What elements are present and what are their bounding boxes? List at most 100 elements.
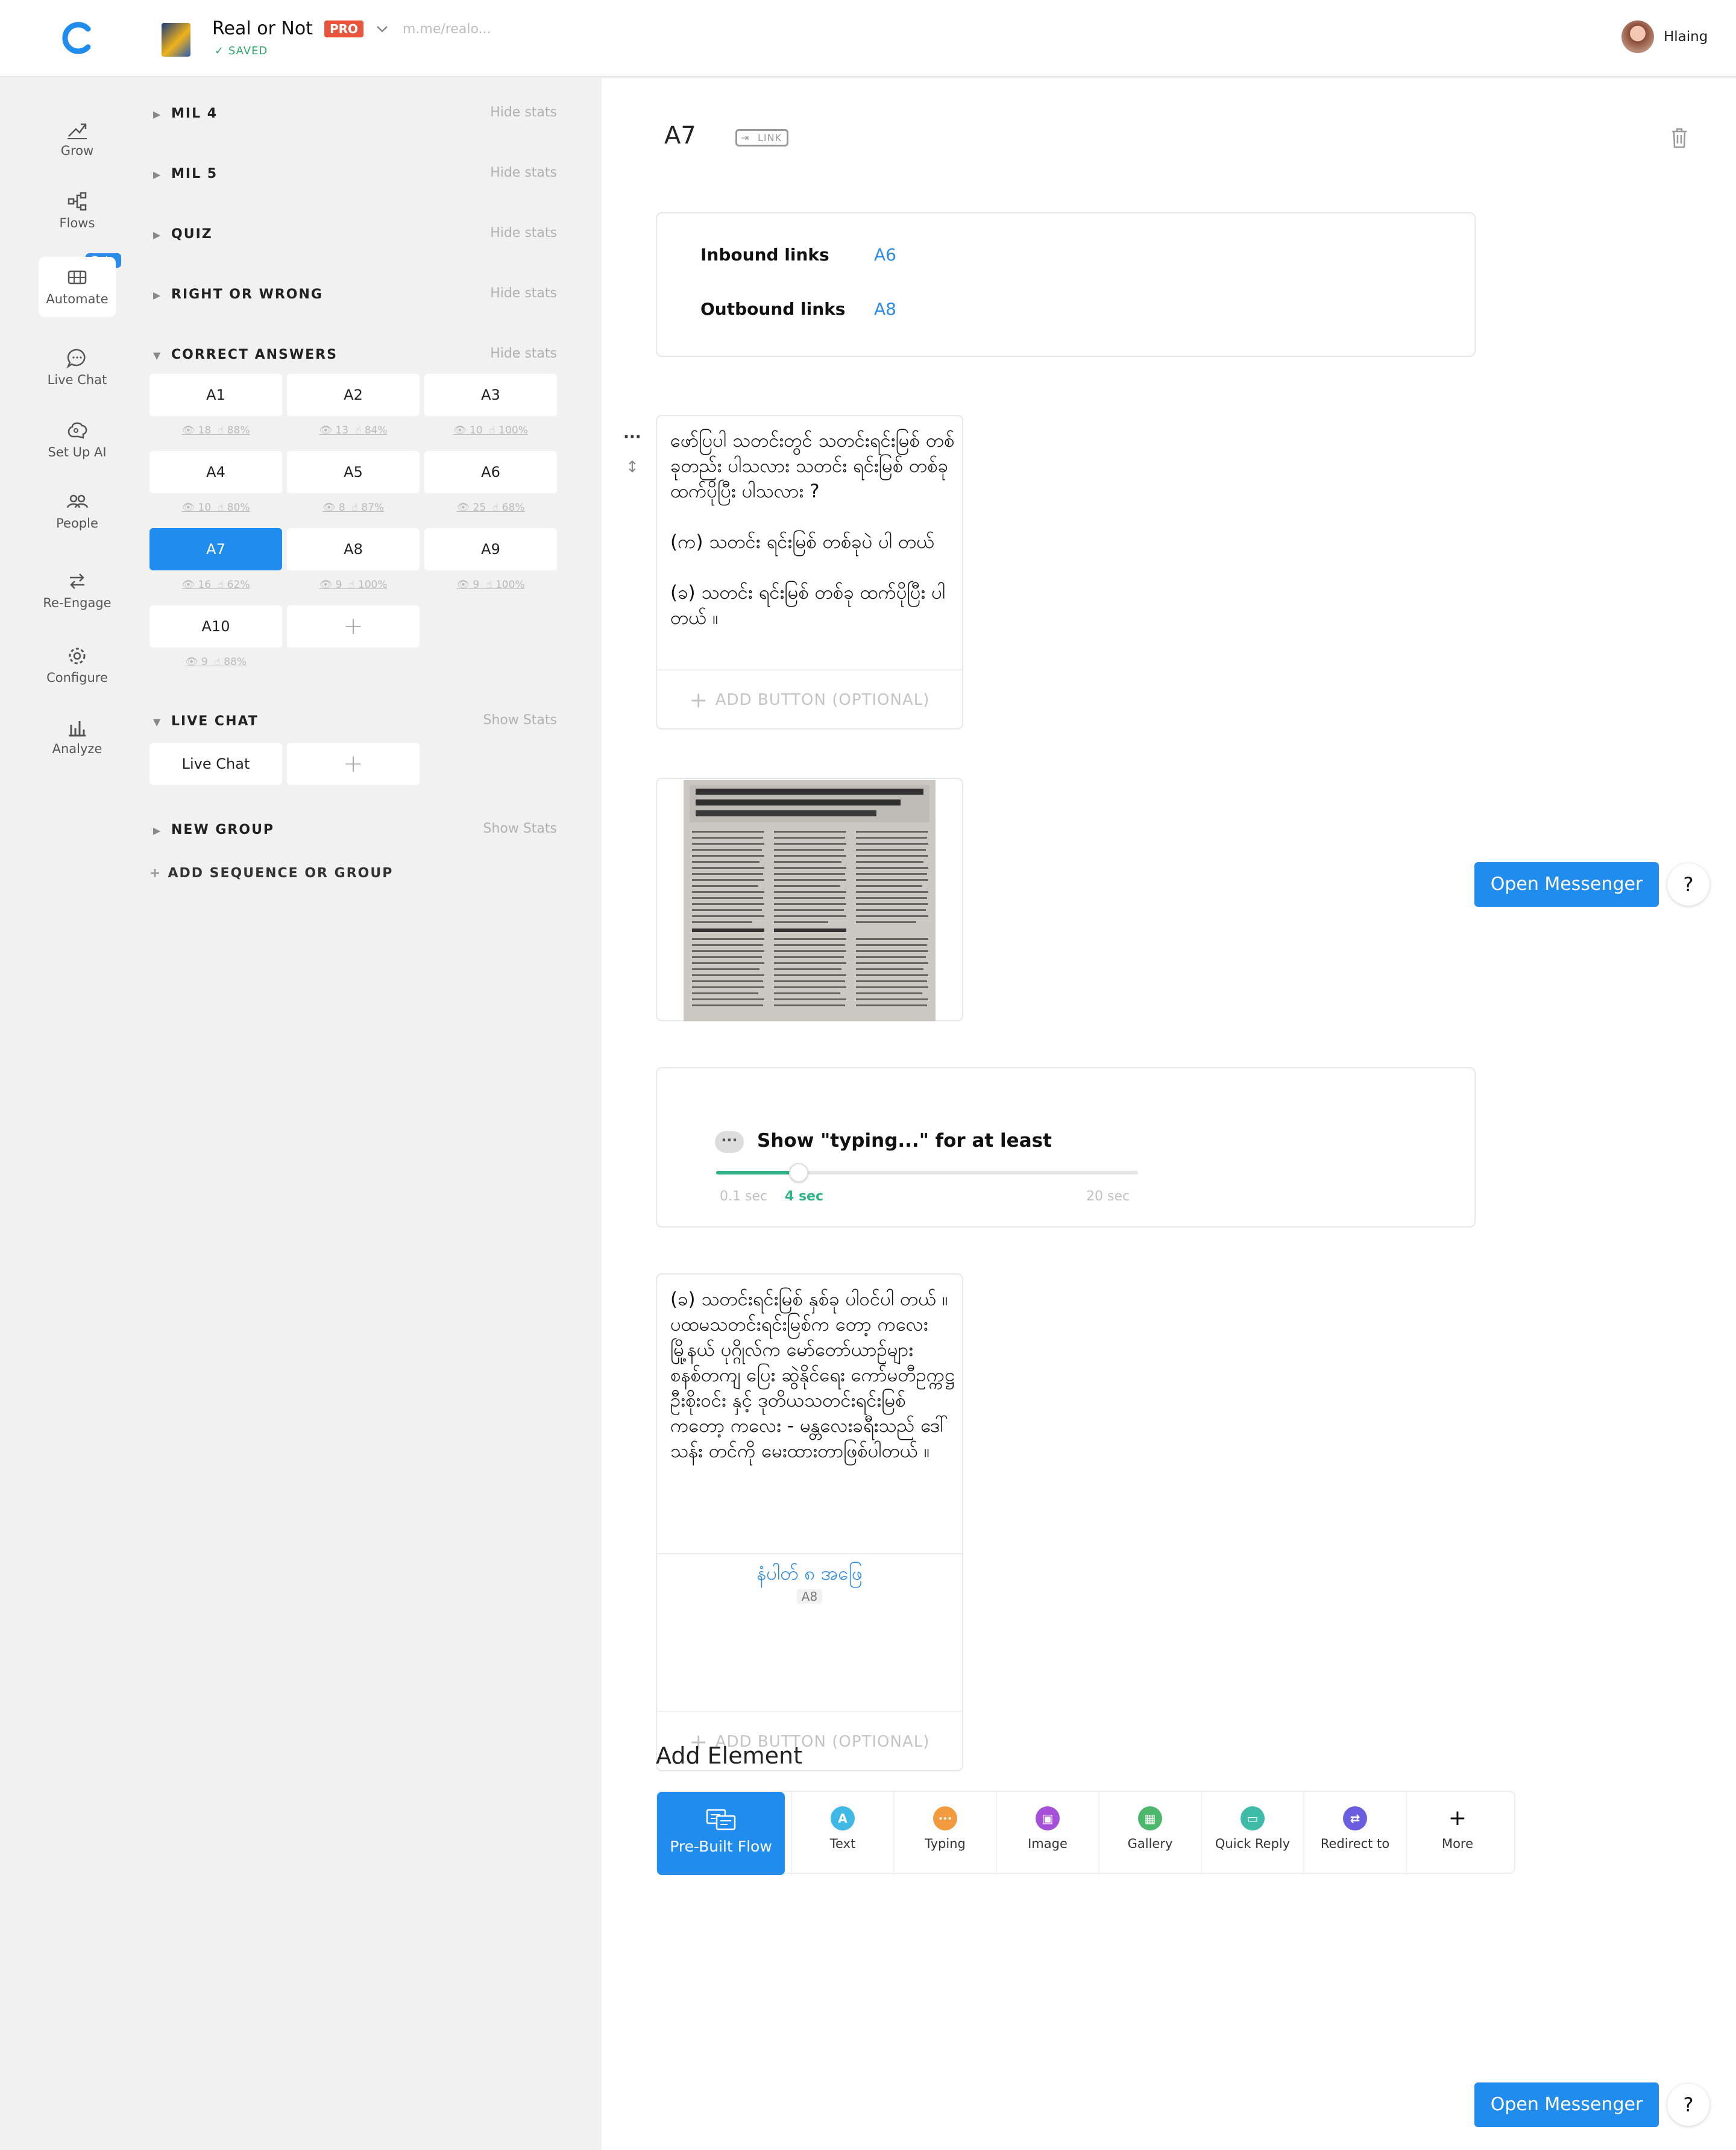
block-tile-a2[interactable]: A2 bbox=[287, 374, 420, 416]
link-chip[interactable]: ⇥ LINK bbox=[735, 129, 789, 147]
re-engage-icon bbox=[70, 573, 84, 589]
chevron-down-icon[interactable] bbox=[374, 20, 391, 37]
caret-down-icon: ▼ bbox=[153, 350, 161, 361]
open-messenger-button[interactable]: Open Messenger bbox=[1474, 862, 1659, 907]
top-bar: Real or Not PRO m.me/realo... ✓ SAVED Hl… bbox=[0, 0, 1736, 77]
add-redirect-button[interactable]: ⇄ Redirect to bbox=[1303, 1792, 1406, 1875]
nav-setup-ai[interactable]: Set Up AI bbox=[39, 410, 116, 470]
tile-stats: 👁 9 ☝ 88% bbox=[184, 656, 247, 668]
nav-flows[interactable]: Flows bbox=[39, 181, 116, 241]
caret-right-icon: ▶ bbox=[153, 169, 161, 180]
outbound-link-a8[interactable]: A8 bbox=[874, 299, 896, 319]
bot-url[interactable]: m.me/realo... bbox=[403, 22, 491, 37]
block-tile-a5[interactable]: A5 bbox=[287, 451, 420, 493]
user-name[interactable]: Hlaing bbox=[1664, 29, 1708, 45]
block-title[interactable]: A7 bbox=[664, 122, 696, 150]
stats-toggle[interactable]: Hide stats bbox=[490, 105, 557, 120]
nav-people[interactable]: People bbox=[39, 481, 116, 541]
tile-stats: 👁 10 ☝ 80% bbox=[181, 502, 250, 514]
more-options-icon[interactable]: ··· bbox=[623, 428, 641, 446]
nav-grow[interactable]: Grow bbox=[39, 109, 116, 169]
block-tile-a10[interactable]: A10 bbox=[149, 605, 282, 648]
plus-icon: + bbox=[149, 866, 162, 881]
block-tile-a6[interactable]: A6 bbox=[424, 451, 557, 493]
grow-icon bbox=[68, 123, 87, 139]
tile-stats: 👁 18 ☝ 88% bbox=[181, 424, 250, 437]
nav-configure[interactable]: Configure bbox=[39, 635, 116, 696]
message-button-target: A8 bbox=[796, 1589, 823, 1604]
add-block-button[interactable]: + bbox=[287, 605, 420, 648]
pre-built-flow-button[interactable]: Pre-Built Flow bbox=[657, 1792, 785, 1875]
typing-slider[interactable] bbox=[716, 1163, 1138, 1182]
nav-live-chat[interactable]: Live Chat bbox=[39, 338, 116, 398]
stats-toggle[interactable]: Show Stats bbox=[483, 713, 557, 728]
image-message-card[interactable] bbox=[656, 778, 963, 1021]
bot-name[interactable]: Real or Not bbox=[212, 18, 313, 39]
group-correct-answers[interactable]: ▼ CORRECT ANSWERS Hide stats bbox=[153, 344, 563, 368]
gear-icon bbox=[69, 648, 86, 664]
group-mil-4[interactable]: ▶ MIL 4 Hide stats bbox=[153, 102, 563, 127]
redirect-icon: ⇄ bbox=[1343, 1806, 1367, 1830]
more-elements-button[interactable]: + More bbox=[1406, 1792, 1508, 1875]
group-new-group[interactable]: ▶ NEW GROUP Show Stats bbox=[153, 819, 563, 843]
typing-slider-fill bbox=[716, 1171, 799, 1174]
add-sequence-button[interactable]: + ADD SEQUENCE OR GROUP bbox=[149, 866, 393, 881]
nav-automate[interactable]: Automate bbox=[39, 257, 116, 317]
add-element-title: Add Element bbox=[656, 1742, 802, 1769]
sequence-panel: ▶ MIL 4 Hide stats ▶ MIL 5 Hide stats ▶ … bbox=[148, 78, 602, 2150]
nav-analyze[interactable]: Analyze bbox=[39, 707, 116, 767]
check-icon: ✓ bbox=[215, 45, 225, 57]
block-tile-a9[interactable]: A9 bbox=[424, 528, 557, 570]
nav-re-engage[interactable]: Re-Engage bbox=[39, 561, 116, 621]
text-icon: A bbox=[831, 1806, 855, 1830]
message-text[interactable]: ဖော်ပြပါ သတင်းတွင် သတင်းရင်းမြစ် တစ်ခုတည… bbox=[670, 428, 960, 631]
text-message-card[interactable]: (ခ) သတင်းရင်းမြစ် နှစ်ခု ပါဝင်ပါ တယ် ။ ပ… bbox=[656, 1273, 963, 1771]
analyze-icon bbox=[69, 721, 86, 737]
group-live-chat[interactable]: ▼ LIVE CHAT Show Stats bbox=[153, 710, 563, 734]
stats-toggle[interactable]: Hide stats bbox=[490, 286, 557, 301]
block-tile-a3[interactable]: A3 bbox=[424, 374, 557, 416]
typing-icon: ··· bbox=[933, 1806, 957, 1830]
group-quiz[interactable]: ▶ QUIZ Hide stats bbox=[153, 223, 563, 247]
tile-stats: 👁 16 ☝ 62% bbox=[181, 579, 250, 591]
add-quick-reply-button[interactable]: ▭ Quick Reply bbox=[1201, 1792, 1303, 1875]
message-button-label[interactable]: နံပါတ် ၈ အဖြေ bbox=[657, 1562, 962, 1589]
block-tile-a4[interactable]: A4 bbox=[149, 451, 282, 493]
bot-avatar[interactable] bbox=[162, 23, 190, 57]
block-tile-live-chat[interactable]: Live Chat bbox=[149, 743, 282, 785]
news-clipping-image[interactable] bbox=[684, 780, 936, 1021]
add-image-button[interactable]: ▣ Image bbox=[996, 1792, 1098, 1875]
stats-toggle[interactable]: Hide stats bbox=[490, 346, 557, 361]
save-status: ✓ SAVED bbox=[215, 45, 268, 57]
stats-toggle[interactable]: Show Stats bbox=[483, 821, 557, 836]
automate-icon bbox=[68, 270, 87, 285]
add-typing-button[interactable]: ··· Typing bbox=[893, 1792, 996, 1875]
stats-toggle[interactable]: Hide stats bbox=[490, 165, 557, 180]
group-right-or-wrong[interactable]: ▶ RIGHT OR WRONG Hide stats bbox=[153, 283, 563, 307]
drag-handle-icon[interactable]: ↕ bbox=[626, 458, 639, 476]
block-tile-a8[interactable]: A8 bbox=[287, 528, 420, 570]
help-button[interactable]: ? bbox=[1667, 863, 1709, 906]
message-text[interactable]: (ခ) သတင်းရင်းမြစ် နှစ်ခု ပါဝင်ပါ တယ် ။ ပ… bbox=[670, 1287, 960, 1464]
app-logo-icon[interactable] bbox=[60, 20, 95, 55]
links-card: Inbound links A6 Outbound links A8 bbox=[656, 212, 1476, 357]
text-message-card[interactable]: ဖော်ပြပါ သတင်းတွင် သတင်းရင်းမြစ် တစ်ခုတည… bbox=[656, 415, 963, 730]
open-messenger-button[interactable]: Open Messenger bbox=[1474, 2082, 1659, 2127]
block-tile-a7[interactable]: A7 bbox=[149, 528, 282, 570]
slider-min-label: 0.1 sec bbox=[720, 1189, 768, 1204]
inbound-link-a6[interactable]: A6 bbox=[874, 245, 896, 265]
typing-slider-knob[interactable] bbox=[789, 1163, 808, 1182]
add-element-bar: Pre-Built Flow A Text ··· Typing ▣ Image… bbox=[656, 1791, 1515, 1875]
stats-toggle[interactable]: Hide stats bbox=[490, 225, 557, 241]
add-gallery-button[interactable]: ▦ Gallery bbox=[1098, 1792, 1201, 1875]
group-mil-5[interactable]: ▶ MIL 5 Hide stats bbox=[153, 163, 563, 187]
message-button[interactable]: နံပါတ် ၈ အဖြေ A8 bbox=[657, 1553, 962, 1631]
add-button[interactable]: + ADD BUTTON (OPTIONAL) bbox=[657, 669, 962, 728]
help-button[interactable]: ? bbox=[1667, 2084, 1709, 2126]
user-avatar[interactable] bbox=[1621, 20, 1654, 53]
add-block-button[interactable]: + bbox=[287, 743, 420, 785]
trash-icon[interactable] bbox=[1670, 127, 1689, 150]
block-tile-a1[interactable]: A1 bbox=[149, 374, 282, 416]
left-nav: Grow Beta Flows Automate Live Chat Set U… bbox=[0, 78, 148, 2150]
add-text-button[interactable]: A Text bbox=[791, 1792, 893, 1875]
